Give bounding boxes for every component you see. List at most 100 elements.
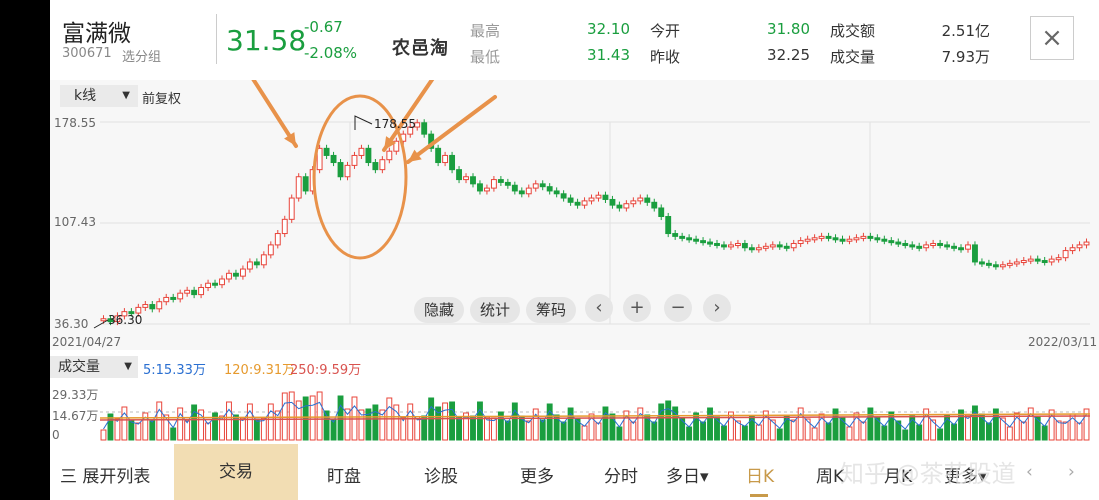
prev-close-value: 32.25 [767,46,810,64]
candle [281,215,288,238]
tab-intraday[interactable]: 分时 [604,462,638,487]
chevron-left-icon[interactable]: ‹ [585,294,613,322]
candle [665,212,672,238]
candle [1048,255,1055,266]
select-group-link[interactable]: 选分组 [122,46,161,65]
candle [888,237,895,246]
tab-watch[interactable]: 盯盘 [327,462,361,487]
peak-leader [354,115,373,130]
candle [616,201,623,212]
chevron-right-icon[interactable]: › [703,294,731,322]
candle [1083,238,1090,249]
kline-panel: k线 ▼ 前复权 178.55 107.43 36.30 178.55 36.30… [50,80,1099,350]
candle [1020,256,1027,266]
volume-value: 7.93万 [941,48,990,66]
vol-y-min: 0 [52,428,60,442]
zoom-in-icon[interactable]: + [623,294,651,322]
tab-diagnose[interactable]: 诊股 [424,462,458,487]
price-change-pct: -2.08% [304,44,358,62]
volume-bar [972,405,978,441]
candle [762,242,769,252]
candle [1027,255,1034,265]
candle [546,183,553,195]
volume-bar [100,429,107,441]
candle [1062,247,1069,262]
volume-bar [825,422,832,441]
volume-bar [1041,425,1048,441]
volume-bar [1055,420,1062,441]
volume-bar [985,422,992,441]
candle [811,234,818,243]
volume-bar [937,428,944,441]
tab-daily-k[interactable]: 日K [746,462,774,487]
candle [978,258,985,267]
candle [958,244,964,253]
open-label: 今开 [650,22,681,40]
volume-chart[interactable] [50,352,1099,444]
candle [776,241,783,250]
candle [602,191,609,204]
volume-bar [560,421,567,441]
candle [588,194,595,205]
candle [755,244,762,253]
candle [219,275,225,289]
volume-bar [679,417,686,441]
volume-bar [407,403,414,441]
candle [909,241,916,250]
vol-y-mid: 14.67万 [52,409,99,423]
candle [797,237,804,248]
chart-type-select[interactable]: k线 ▼ [60,85,138,107]
active-tab-indicator [750,494,768,497]
stats-button[interactable]: 统计 [470,297,520,323]
candle [463,173,469,184]
candle [658,204,665,221]
volume-bar [616,426,623,441]
volume-bar [205,422,212,441]
candle [972,241,978,266]
volume-bar [797,407,804,441]
candle [707,238,713,248]
candle [951,242,957,252]
trade-button[interactable]: 交易 [174,444,298,500]
candle [470,173,476,188]
trough-label: 36.30 [108,313,143,327]
close-icon[interactable]: × [1030,16,1074,60]
volume-bar [707,407,713,441]
volume-bar [867,407,874,441]
tab-more[interactable]: 更多 [520,462,554,487]
hide-button[interactable]: 隐藏 [414,297,464,323]
vol-y-max: 29.33万 [52,388,99,402]
adjust-select[interactable]: 前复权 [142,88,181,107]
candle [1055,254,1062,263]
chevron-left-icon[interactable]: ‹ [1026,462,1033,482]
candle [944,241,951,250]
candle [741,239,748,252]
volume-bar [477,401,483,441]
volume-bar [121,406,128,441]
candle [728,241,734,250]
candle [191,286,198,299]
ma120-legend: 120:9.31万 [224,363,296,378]
ma5-legend: 5:15.33万 [143,363,206,378]
candle [330,151,337,167]
volume-bar [504,420,511,441]
candle [372,158,379,174]
volume-bar [253,418,260,441]
volume-bar [316,391,323,441]
expand-list-button[interactable]: 三 展开列表 [60,462,150,487]
candle [393,137,400,155]
tab-multiday[interactable]: 多日▾ [666,462,709,487]
candle [686,234,693,243]
volume-bar [525,420,532,441]
candle [511,181,518,195]
volume-bar [170,427,177,441]
volume-bar [414,416,421,441]
volume-bar [741,425,748,441]
candle [818,232,825,242]
chips-button[interactable]: 筹码 [526,297,576,323]
indicator-select[interactable]: 成交量 ▼ [50,356,138,378]
zoom-out-icon[interactable]: − [664,294,692,322]
chevron-right-icon[interactable]: › [1068,462,1075,482]
candle [226,269,232,283]
volume-bar [700,421,707,441]
